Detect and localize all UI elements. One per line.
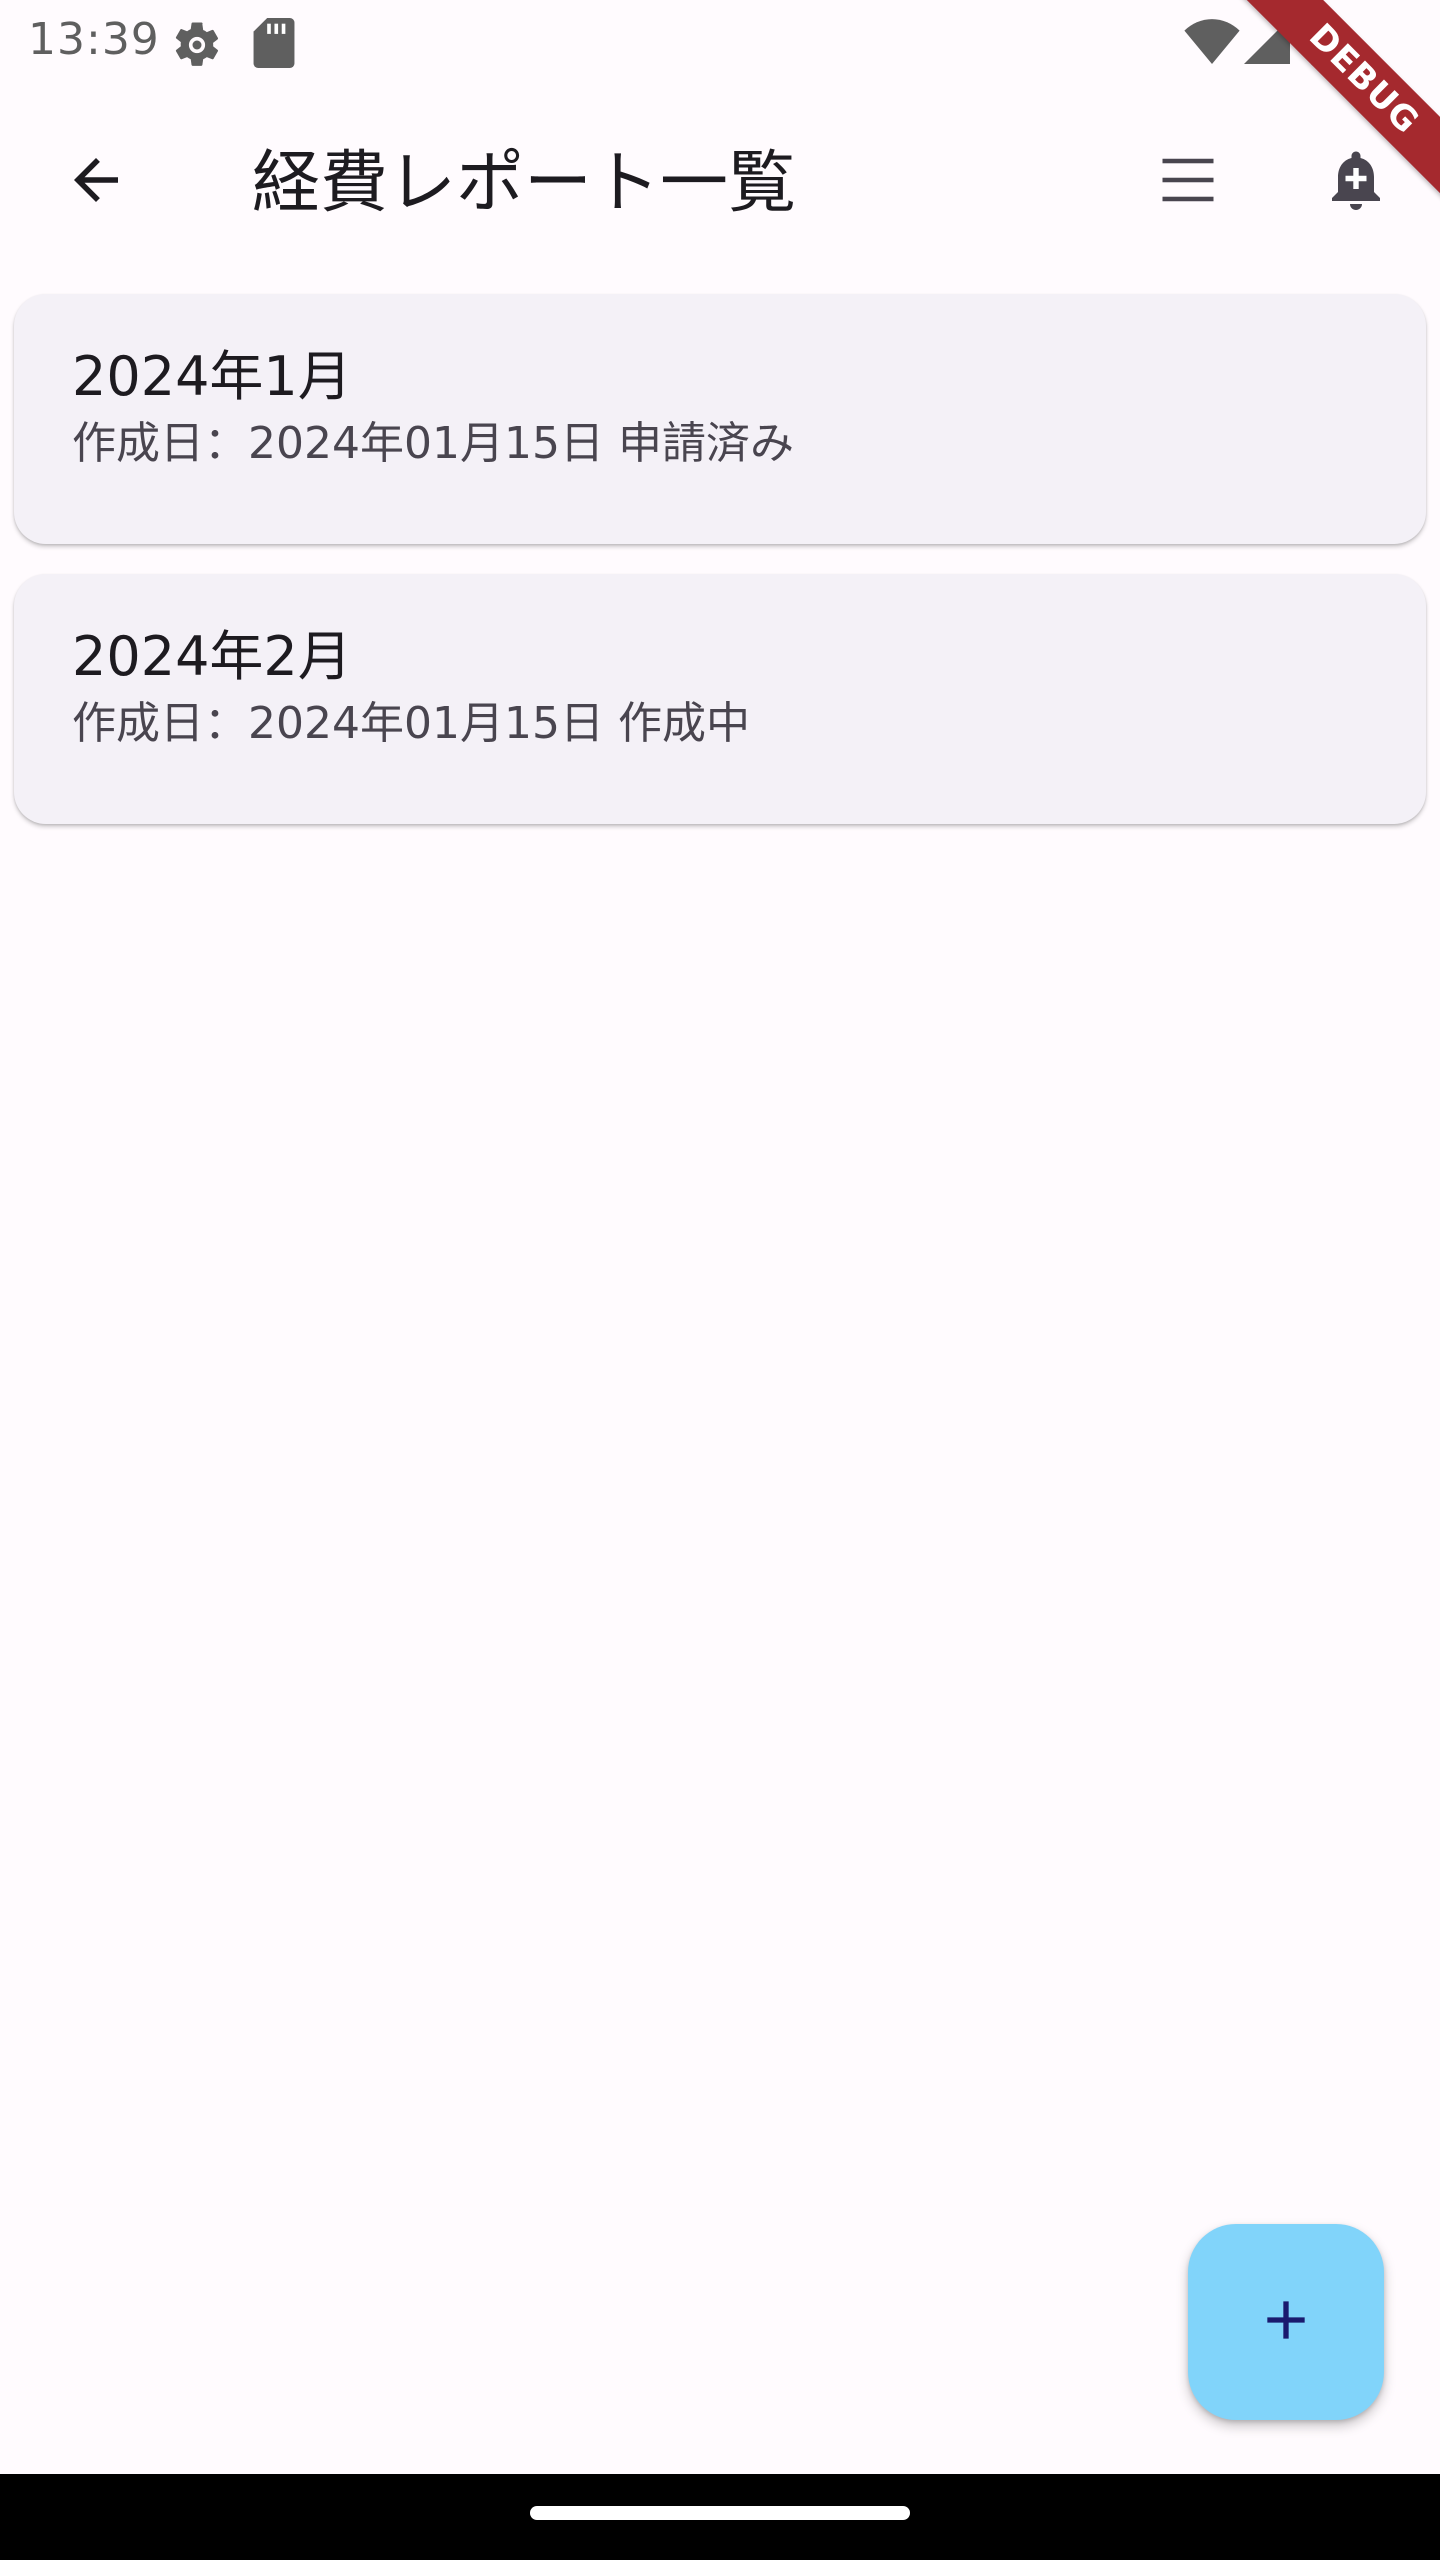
add-icon (1254, 2288, 1318, 2356)
home-gesture-handle[interactable] (530, 2506, 910, 2520)
report-list: 2024年1月 作成日：2024年01月15日 申請済み 2024年2月 作成日… (14, 294, 1426, 854)
report-card[interactable]: 2024年2月 作成日：2024年01月15日 作成中 (14, 574, 1426, 824)
menu-icon (1154, 146, 1222, 218)
screen: 13:39 DEBUG 経費レポート一覧 2024年1月 作成日：2024年01… (0, 0, 1440, 2560)
report-card[interactable]: 2024年1月 作成日：2024年01月15日 申請済み (14, 294, 1426, 544)
wifi-icon (1184, 18, 1240, 68)
notification-add-button[interactable] (1308, 134, 1404, 230)
add-report-button[interactable] (1188, 2224, 1384, 2420)
system-nav-bar (0, 2474, 1440, 2560)
arrow-back-icon (63, 147, 129, 217)
report-title: 2024年2月 (72, 625, 352, 688)
report-subtitle: 作成日：2024年01月15日 作成中 (72, 698, 750, 749)
status-bar: 13:39 (0, 0, 1440, 84)
settings-gear-icon (170, 18, 224, 76)
report-subtitle: 作成日：2024年01月15日 申請済み (72, 418, 794, 469)
back-button[interactable] (48, 134, 144, 230)
report-title: 2024年1月 (72, 345, 352, 408)
status-time: 13:39 (28, 14, 160, 65)
page-title: 経費レポート一覧 (252, 144, 797, 223)
app-bar: 経費レポート一覧 (0, 84, 1440, 280)
menu-button[interactable] (1140, 134, 1236, 230)
notification-add-icon (1320, 144, 1392, 220)
sd-card-icon (252, 18, 296, 72)
